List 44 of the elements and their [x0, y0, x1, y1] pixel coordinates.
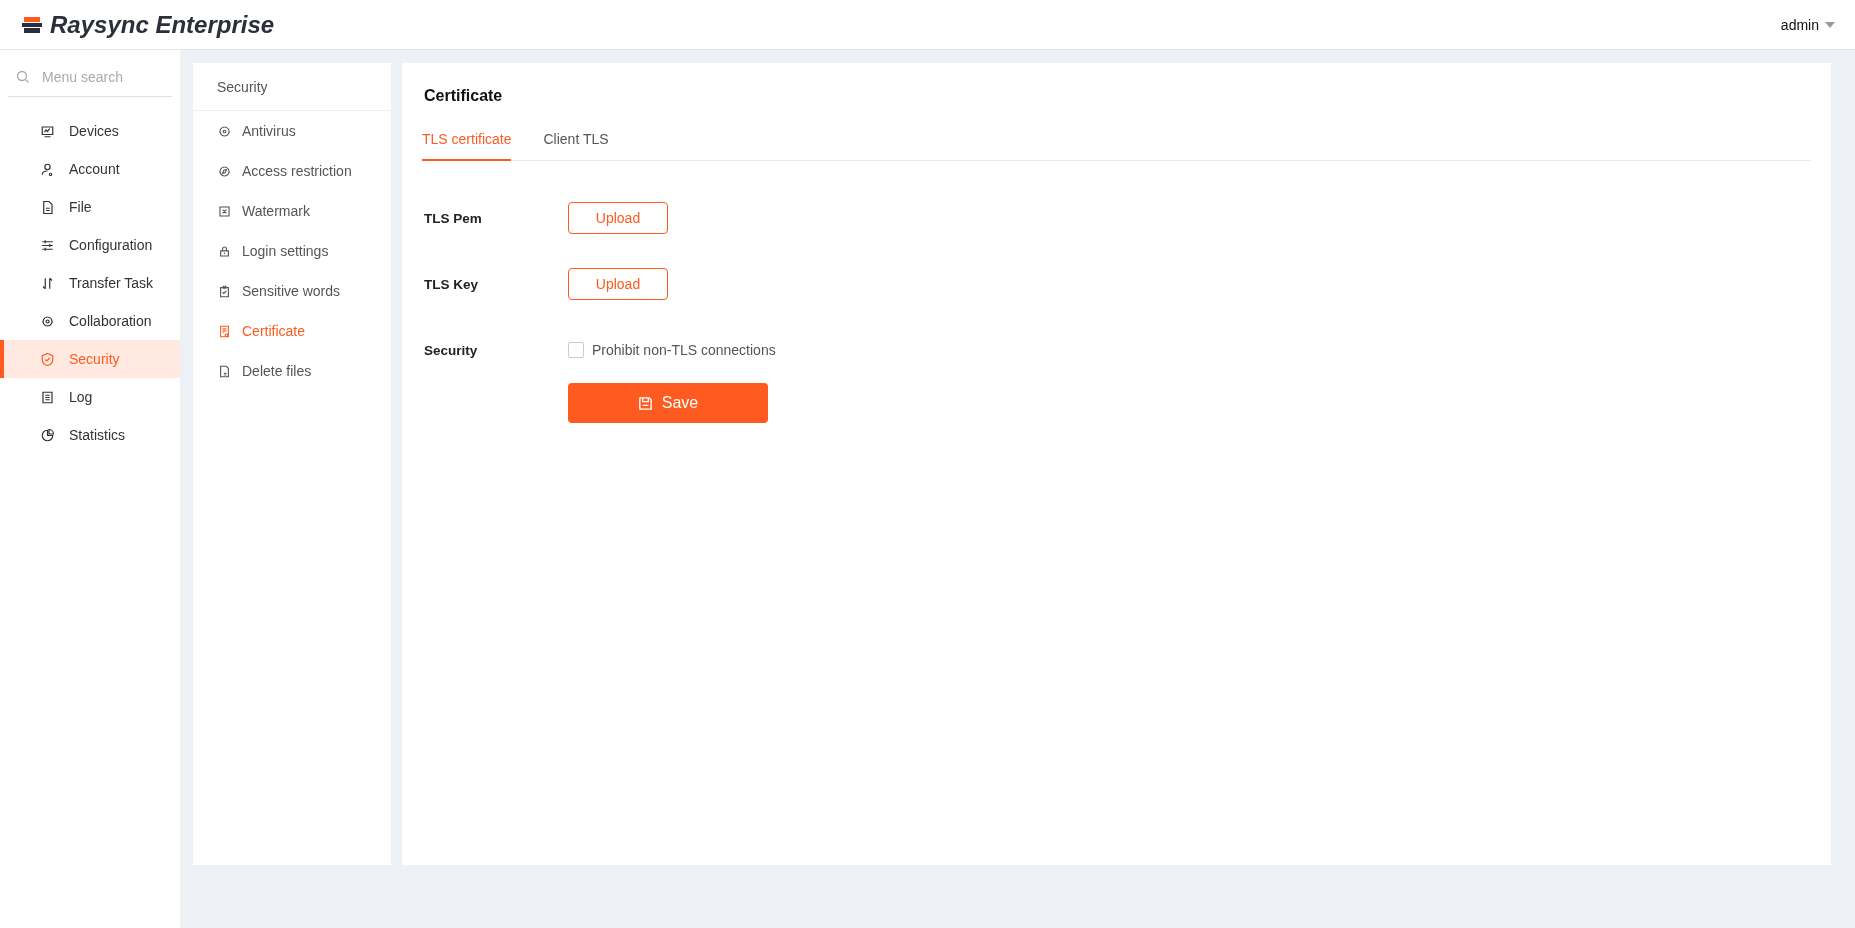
subnav-item[interactable]: Login settings: [193, 231, 391, 271]
subnav-item[interactable]: Access restriction: [193, 151, 391, 191]
checkbox[interactable]: [568, 342, 584, 358]
logo-icon: [20, 14, 44, 35]
sidebar-item[interactable]: Transfer Task: [0, 264, 180, 302]
user-menu[interactable]: admin: [1780, 16, 1835, 33]
brand-name: Raysync Enterprise: [50, 10, 275, 39]
subnav-item[interactable]: Watermark: [193, 191, 391, 231]
caret-icon: [1825, 21, 1835, 28]
sidebar-item[interactable]: Log: [0, 378, 180, 416]
menu-search-field[interactable]: Menu search: [40, 68, 164, 86]
sidebar-item[interactable]: Statistics: [0, 416, 180, 454]
menu-icon: [40, 199, 55, 215]
menu-icon: [40, 237, 55, 253]
sidebar-item[interactable]: Devices: [0, 112, 180, 150]
menu-icon: [218, 324, 231, 338]
sidebar-item[interactable]: Collaboration: [0, 302, 180, 340]
menu-icon: [40, 427, 55, 443]
menu-icon: [218, 204, 231, 218]
sidebar-item[interactable]: Configuration: [0, 226, 180, 264]
search-icon: [16, 70, 30, 84]
subnav-item[interactable]: Sensitive words: [193, 271, 391, 311]
subnav-title: Security: [193, 63, 391, 111]
page-title: Certificate: [423, 86, 504, 105]
save-icon: [637, 395, 653, 411]
menu-icon: [218, 244, 231, 258]
field-label: TLS Key: [423, 276, 479, 292]
field-label: Security: [423, 342, 479, 358]
sidebar-item[interactable]: File: [0, 188, 180, 226]
subnav-item[interactable]: Antivirus: [193, 111, 391, 151]
menu-icon: [40, 389, 55, 405]
menu-icon: [218, 364, 231, 378]
menu-icon: [40, 275, 55, 291]
checkbox-label: Prohibit non-TLS connections: [592, 342, 776, 358]
sidebar-item[interactable]: Account: [0, 150, 180, 188]
menu-icon: [218, 164, 231, 178]
field-label: TLS Pem: [423, 210, 483, 226]
subnav-item[interactable]: Delete files: [193, 351, 391, 391]
menu-icon: [40, 123, 55, 139]
menu-icon: [218, 124, 231, 138]
tab[interactable]: Client TLS: [543, 127, 609, 161]
menu-icon: [40, 351, 55, 367]
menu-icon: [40, 161, 55, 177]
menu-icon: [218, 284, 231, 298]
